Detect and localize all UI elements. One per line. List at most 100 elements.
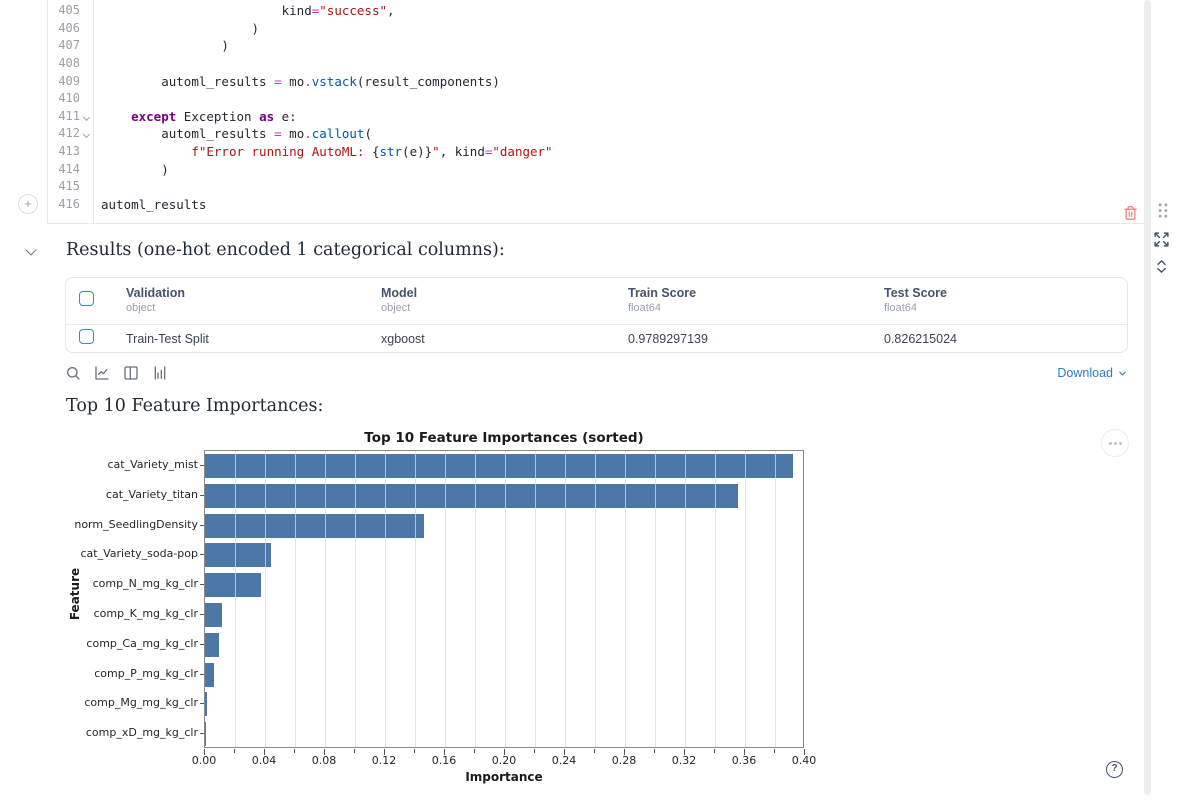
fold-gutter xyxy=(80,55,93,73)
fold-gutter xyxy=(80,90,93,108)
line-number: 416 xyxy=(58,196,80,211)
chart-menu-ellipsis-button[interactable] xyxy=(1101,429,1129,457)
code-line[interactable]: 406 ) xyxy=(47,20,1144,38)
importances-heading: Top 10 Feature Importances: xyxy=(66,396,324,416)
line-number: 409 xyxy=(58,73,80,88)
bar xyxy=(205,453,793,478)
line-number: 405 xyxy=(58,3,80,17)
x-tick-label: 0.00 xyxy=(191,754,217,767)
y-tick-label: comp_Ca_mg_kg_clr xyxy=(86,636,198,650)
x-tick-label: 0.24 xyxy=(551,754,577,767)
fold-chevron-icon[interactable] xyxy=(80,108,93,126)
code-lines: 405 kind="success", 406 ) 407 ) 408 409 auto… xyxy=(47,2,1144,214)
x-tick-label: 0.12 xyxy=(371,754,397,767)
scrollbar[interactable] xyxy=(1144,0,1151,795)
code-line[interactable]: 409 automl_results = mo.vstack(result_co… xyxy=(47,73,1144,91)
drag-handle-icon[interactable] xyxy=(1156,202,1170,219)
line-chart-icon[interactable] xyxy=(94,365,110,381)
bar xyxy=(205,483,738,508)
x-tick-label: 0.04 xyxy=(251,754,277,767)
line-number: 407 xyxy=(58,38,80,53)
fold-gutter xyxy=(80,161,93,179)
fold-gutter xyxy=(80,37,93,55)
y-axis-label: Feature xyxy=(68,567,82,621)
y-tick-label: cat_Variety_mist xyxy=(107,457,199,471)
chevrons-up-down-icon[interactable] xyxy=(1153,258,1170,275)
fold-gutter xyxy=(80,143,93,161)
help-question-icon[interactable]: ? xyxy=(1106,761,1123,778)
bar-chart-icon[interactable] xyxy=(152,365,168,381)
download-button[interactable]: Download xyxy=(1057,366,1128,380)
delete-cell-trash-icon[interactable] xyxy=(1123,205,1138,221)
x-tick-label: 0.16 xyxy=(431,754,457,767)
add-cell-button[interactable]: + xyxy=(18,194,38,214)
fold-gutter xyxy=(80,73,93,91)
bar xyxy=(205,602,222,627)
code-line[interactable]: 412 automl_results = mo.callout( xyxy=(47,125,1144,143)
bar xyxy=(205,632,219,657)
code-line[interactable]: 405 kind="success", xyxy=(47,2,1144,20)
bar xyxy=(205,513,424,538)
line-number: 410 xyxy=(58,91,80,106)
cell-bottom-border xyxy=(47,223,1144,224)
table-header-row: Validation object Model object Train Score fl… xyxy=(66,278,1127,325)
search-icon[interactable] xyxy=(65,365,81,381)
table-cell: Train-Test Split xyxy=(126,331,209,346)
column-header[interactable]: Test Score float64 xyxy=(869,278,1127,314)
code-line[interactable]: 408 xyxy=(47,55,1144,73)
line-number: 414 xyxy=(58,161,80,176)
column-header[interactable]: Validation object xyxy=(111,278,366,314)
line-number: 406 xyxy=(58,20,80,35)
plot-area xyxy=(204,450,804,748)
column-header[interactable]: Model object xyxy=(366,278,613,314)
x-tick-label: 0.40 xyxy=(791,754,817,767)
bar xyxy=(205,722,206,747)
y-tick-label: cat_Variety_titan xyxy=(105,487,198,501)
table-cell: 0.826215024 xyxy=(884,331,957,346)
fold-gutter xyxy=(80,20,93,38)
y-tick-label: comp_P_mg_kg_clr xyxy=(94,666,198,680)
bar xyxy=(205,662,214,687)
x-tick-label: 0.36 xyxy=(731,754,757,767)
code-line[interactable]: 416 automl_results xyxy=(47,196,1144,214)
x-tick-label: 0.20 xyxy=(491,754,517,767)
expand-cell-icon[interactable] xyxy=(1153,231,1170,248)
code-line[interactable]: 410 xyxy=(47,90,1144,108)
code-line[interactable]: 414 ) xyxy=(47,161,1144,179)
bar xyxy=(205,692,207,717)
code-line[interactable]: 413 f"Error running AutoML: {str(e)}", k… xyxy=(47,143,1144,161)
line-number: 413 xyxy=(58,144,80,158)
select-all-checkbox[interactable] xyxy=(79,291,94,306)
code-line[interactable]: 407 ) xyxy=(47,37,1144,55)
fold-gutter xyxy=(80,196,93,214)
fold-chevron-icon[interactable] xyxy=(80,125,93,143)
download-label: Download xyxy=(1057,366,1113,380)
table-cell: 0.9789297139 xyxy=(628,331,708,346)
fold-gutter xyxy=(80,178,93,196)
y-tick-label: norm_SeedlingDensity xyxy=(74,517,198,531)
fold-gutter xyxy=(80,2,93,20)
x-tick-label: 0.08 xyxy=(311,754,337,767)
y-tick-label: comp_xD_mg_kg_clr xyxy=(85,726,198,740)
code-editor[interactable]: 405 kind="success", 406 ) 407 ) 408 409 auto… xyxy=(47,0,1144,214)
line-number: 412 xyxy=(58,126,80,141)
line-number: 415 xyxy=(58,179,80,194)
results-table: Validation object Model object Train Score fl… xyxy=(65,277,1128,353)
columns-icon[interactable] xyxy=(123,365,139,381)
results-heading: Results (one-hot encoded 1 categorical c… xyxy=(66,240,505,260)
x-tick-label: 0.32 xyxy=(671,754,697,767)
collapse-output-chevron-icon[interactable] xyxy=(26,246,36,256)
bar xyxy=(205,573,261,598)
code-line[interactable]: 411 except Exception as e: xyxy=(47,108,1144,126)
y-tick-label: comp_Mg_mg_kg_clr xyxy=(84,696,198,710)
column-header[interactable]: Train Score float64 xyxy=(613,278,869,314)
chevron-down-icon xyxy=(1119,371,1126,375)
chart-title: Top 10 Feature Importances (sorted) xyxy=(364,430,644,446)
row-checkbox[interactable] xyxy=(79,328,94,344)
x-tick-label: 0.28 xyxy=(611,754,637,767)
table-row[interactable]: Train-Test Split xgboost 0.9789297139 0.826… xyxy=(66,325,1127,352)
line-number: 408 xyxy=(58,55,80,70)
code-line[interactable]: 415 xyxy=(47,178,1144,196)
marimo-notebook-page: 405 kind="success", 406 ) 407 ) 408 409 auto… xyxy=(0,0,1181,810)
table-toolbar: Download xyxy=(65,364,1128,382)
